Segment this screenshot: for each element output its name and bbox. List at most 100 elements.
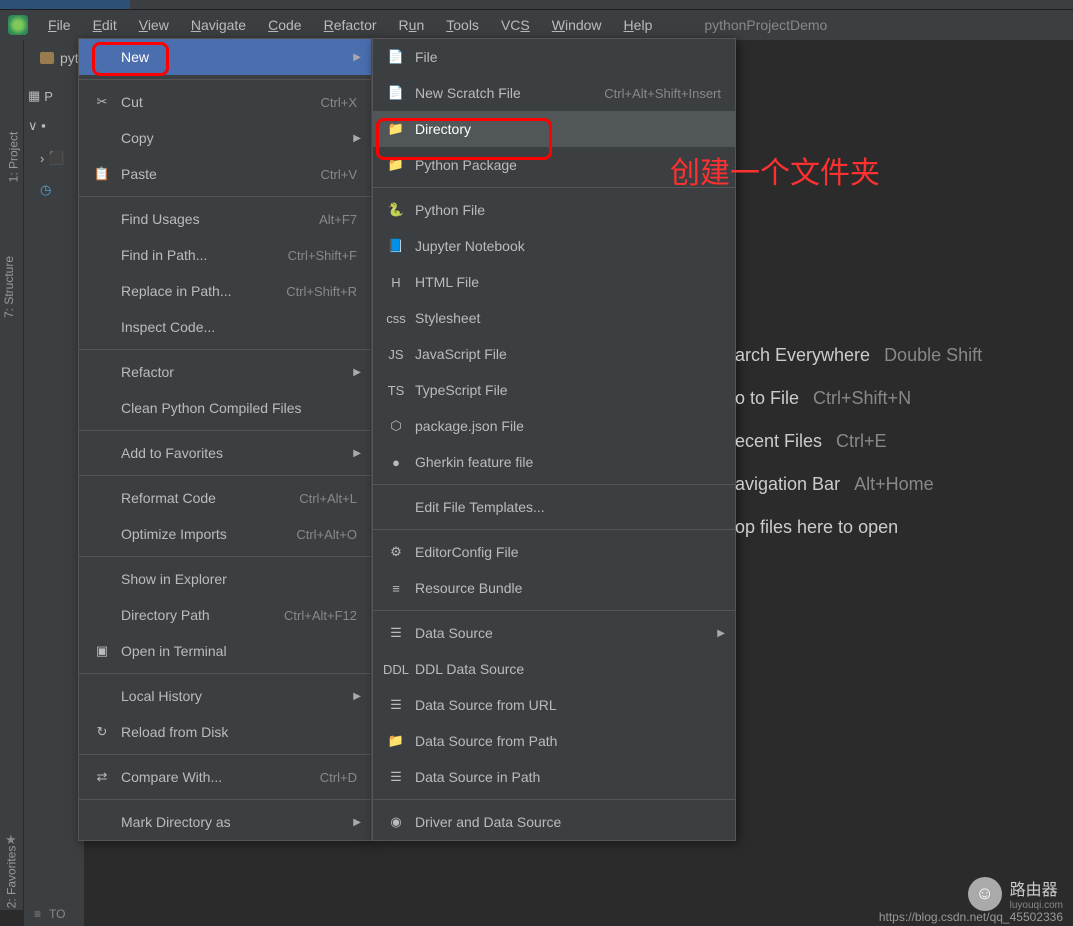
- tree-row-scratches[interactable]: ◷: [40, 179, 65, 201]
- menu-item-label: Copy: [121, 130, 357, 146]
- sub-item-gherkin-feature-file[interactable]: ●Gherkin feature file: [373, 444, 735, 480]
- sub-item-data-source-from-url[interactable]: ☰ Data Source from URL: [373, 687, 735, 723]
- menu-item-icon: ☰: [387, 625, 405, 641]
- project-name: pythonProjectDemo: [704, 17, 827, 33]
- sub-item-html-file[interactable]: H HTML File: [373, 264, 735, 300]
- sub-item-editorconfig-file[interactable]: ⚙EditorConfig File: [373, 534, 735, 570]
- project-tree[interactable]: ▦P ∨ ▪ › ⬛ ◷: [28, 85, 65, 201]
- menu-item-icon: ☰: [387, 697, 405, 713]
- ctx-item-find-usages[interactable]: Find Usages Alt+F7: [79, 201, 371, 237]
- menu-help[interactable]: Help: [614, 13, 663, 37]
- ctx-item-optimize-imports[interactable]: Optimize ImportsCtrl+Alt+O: [79, 516, 371, 552]
- menu-code[interactable]: Code: [258, 13, 311, 37]
- ctx-item-replace-in-path-[interactable]: Replace in Path...Ctrl+Shift+R: [79, 273, 371, 309]
- ctx-item-copy[interactable]: Copy▶: [79, 120, 371, 156]
- menu-item-label: Resource Bundle: [415, 580, 721, 596]
- chevron-right-icon: ▶: [353, 448, 361, 459]
- menu-vcs[interactable]: VCS: [491, 13, 540, 37]
- menu-item-icon: ▣: [93, 643, 111, 659]
- ctx-item-add-to-favorites[interactable]: Add to Favorites▶: [79, 435, 371, 471]
- sub-item-python-file[interactable]: 🐍Python File: [373, 192, 735, 228]
- menu-separator: [79, 556, 371, 557]
- sub-item-stylesheet[interactable]: cssStylesheet: [373, 300, 735, 336]
- menu-separator: [79, 430, 371, 431]
- hint-label: ecent Files: [735, 431, 822, 451]
- menu-navigate[interactable]: Navigate: [181, 13, 256, 37]
- sub-item-data-source-from-path[interactable]: 📁Data Source from Path: [373, 723, 735, 759]
- tree-row-project[interactable]: ▦P: [28, 85, 65, 107]
- menu-item-icon: 📋: [93, 166, 111, 182]
- welcome-hint: o to FileCtrl+Shift+N: [735, 388, 982, 409]
- chevron-right-icon: ▶: [353, 52, 361, 63]
- sub-item-file[interactable]: 📄 File: [373, 39, 735, 75]
- menu-item-icon: 📁: [387, 157, 405, 173]
- menu-item-icon: DDL: [387, 662, 405, 677]
- sub-item-directory[interactable]: 📁Directory: [373, 111, 735, 147]
- menu-run[interactable]: Run: [389, 13, 435, 37]
- ctx-item-reload-from-disk[interactable]: ↻Reload from Disk: [79, 714, 371, 750]
- menu-item-label: Find Usages: [121, 211, 299, 227]
- ctx-item-mark-directory-as[interactable]: Mark Directory as▶: [79, 804, 371, 840]
- ctx-item-refactor[interactable]: Refactor▶: [79, 354, 371, 390]
- pycharm-icon: [8, 15, 28, 35]
- menu-item-icon: ☰: [387, 769, 405, 785]
- sub-item-package-json-file[interactable]: ⬡package.json File: [373, 408, 735, 444]
- sub-item-data-source[interactable]: ☰Data Source▶: [373, 615, 735, 651]
- menu-item-label: Cut: [121, 94, 301, 110]
- ctx-item-open-in-terminal[interactable]: ▣Open in Terminal: [79, 633, 371, 669]
- menu-edit[interactable]: Edit: [83, 13, 127, 37]
- menu-item-icon: 📄: [387, 49, 405, 65]
- menu-separator: [79, 79, 371, 80]
- ctx-item-reformat-code[interactable]: Reformat CodeCtrl+Alt+L: [79, 480, 371, 516]
- sub-item-data-source-in-path[interactable]: ☰Data Source in Path: [373, 759, 735, 795]
- menu-separator: [373, 529, 735, 530]
- rail-structure-label[interactable]: 7: Structure: [2, 256, 16, 318]
- sub-item-typescript-file[interactable]: TSTypeScript File: [373, 372, 735, 408]
- ctx-item-inspect-code-[interactable]: Inspect Code...: [79, 309, 371, 345]
- source-url: https://blog.csdn.net/qq_45502336: [879, 910, 1063, 924]
- sub-item-ddl-data-source[interactable]: DDL DDL Data Source: [373, 651, 735, 687]
- tree-row-expand[interactable]: ∨ ▪: [28, 115, 65, 137]
- menu-item-label: Compare With...: [121, 769, 300, 785]
- menu-item-icon: H: [387, 275, 405, 290]
- menu-item-label: File: [415, 49, 721, 65]
- sub-item-edit-file-templates-[interactable]: Edit File Templates...: [373, 489, 735, 525]
- ctx-item-show-in-explorer[interactable]: Show in Explorer: [79, 561, 371, 597]
- menu-item-label: Optimize Imports: [121, 526, 276, 542]
- menu-item-label: HTML File: [415, 274, 721, 290]
- tree-row-child[interactable]: › ⬛: [40, 147, 65, 169]
- ctx-item-paste[interactable]: 📋PasteCtrl+V: [79, 156, 371, 192]
- menu-tools[interactable]: Tools: [436, 13, 489, 37]
- menu-item-icon: ↻: [93, 724, 111, 740]
- menu-shortcut: Alt+F7: [319, 212, 357, 227]
- hint-label: arch Everywhere: [735, 345, 870, 365]
- ctx-item-compare-with-[interactable]: ⇄Compare With...Ctrl+D: [79, 759, 371, 795]
- ctx-item-clean-python-compiled-files[interactable]: Clean Python Compiled Files: [79, 390, 371, 426]
- ctx-item-directory-path[interactable]: Directory PathCtrl+Alt+F12: [79, 597, 371, 633]
- sub-item-javascript-file[interactable]: JSJavaScript File: [373, 336, 735, 372]
- ctx-item-find-in-path-[interactable]: Find in Path...Ctrl+Shift+F: [79, 237, 371, 273]
- rail-favorites-label[interactable]: 2: Favorites: [4, 846, 18, 909]
- menu-window[interactable]: Window: [542, 13, 612, 37]
- menu-item-label: Local History: [121, 688, 357, 704]
- hint-shortcut: Double Shift: [884, 345, 982, 365]
- menu-item-label: Data Source from URL: [415, 697, 721, 713]
- ctx-item-cut[interactable]: ✂CutCtrl+X: [79, 84, 371, 120]
- welcome-hint: op files here to open: [735, 517, 982, 538]
- menu-item-label: Edit File Templates...: [415, 499, 721, 515]
- menu-item-icon: ⚙: [387, 544, 405, 560]
- menu-item-label: DDL Data Source: [415, 661, 721, 677]
- menu-refactor[interactable]: Refactor: [314, 13, 387, 37]
- menu-view[interactable]: View: [129, 13, 179, 37]
- sub-item-jupyter-notebook[interactable]: 📘Jupyter Notebook: [373, 228, 735, 264]
- menu-file[interactable]: File: [38, 13, 81, 37]
- sub-item-driver-and-data-source[interactable]: ◉Driver and Data Source: [373, 804, 735, 840]
- ctx-item-new[interactable]: New▶: [79, 39, 371, 75]
- menu-item-icon: 📘: [387, 238, 405, 254]
- title-bar-accent: [0, 0, 130, 9]
- sub-item-resource-bundle[interactable]: ≡Resource Bundle: [373, 570, 735, 606]
- sub-item-new-scratch-file[interactable]: 📄New Scratch FileCtrl+Alt+Shift+Insert: [373, 75, 735, 111]
- menu-item-label: Show in Explorer: [121, 571, 357, 587]
- ctx-item-local-history[interactable]: Local History▶: [79, 678, 371, 714]
- rail-project-label[interactable]: 1: Project: [6, 132, 20, 183]
